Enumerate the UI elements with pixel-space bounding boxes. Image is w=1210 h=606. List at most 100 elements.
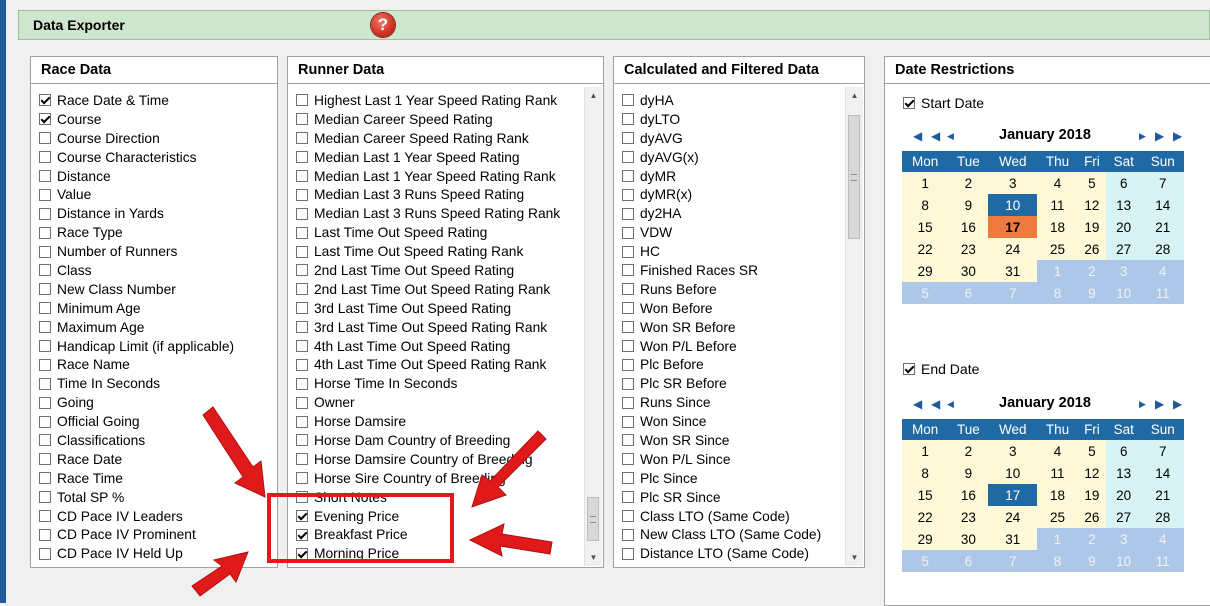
checkbox[interactable] (296, 358, 308, 371)
start-date-checkbox[interactable] (903, 97, 915, 109)
checkbox[interactable] (622, 264, 634, 277)
list-item[interactable]: Distance in Yards (35, 204, 277, 223)
checkbox[interactable] (622, 358, 634, 371)
scroll-up-icon[interactable]: ▲ (846, 87, 863, 104)
calendar-day[interactable]: 5 (902, 282, 949, 304)
calendar-day[interactable]: 23 (948, 238, 989, 260)
checkbox[interactable] (39, 321, 51, 334)
checkbox[interactable] (39, 396, 51, 409)
calendar-day[interactable]: 16 (948, 216, 989, 238)
list-item[interactable]: Plc SR Since (618, 488, 864, 507)
checkbox[interactable] (622, 547, 634, 560)
list-item[interactable]: Race Name (35, 355, 277, 374)
list-item[interactable]: Minimum Age (35, 299, 277, 318)
checkbox[interactable] (622, 510, 634, 523)
list-item[interactable]: Won Before (618, 299, 864, 318)
list-item[interactable]: 4th Last Time Out Speed Rating Rank (292, 355, 603, 374)
list-item[interactable]: Plc SR Before (618, 374, 864, 393)
calc-data-scrollbar[interactable]: ▲ ▼ (845, 87, 863, 566)
calendar-day[interactable]: 7 (1141, 172, 1184, 194)
list-item[interactable]: 2nd Last Time Out Speed Rating (292, 261, 603, 280)
list-item[interactable]: Handicap Limit (if applicable) (35, 337, 277, 356)
checkbox[interactable] (622, 415, 634, 428)
list-item[interactable]: Highest Last 1 Year Speed Rating Rank (292, 91, 603, 110)
checkbox[interactable] (622, 170, 634, 182)
end-date-checkbox[interactable] (903, 363, 915, 375)
list-item[interactable]: Plc Since (618, 469, 864, 488)
calendar-day[interactable]: 3 (988, 440, 1038, 462)
calendar-day[interactable]: 6 (948, 282, 989, 304)
calendar-day[interactable]: 24 (988, 506, 1038, 528)
calendar-day[interactable]: 10 (988, 462, 1038, 484)
checkbox[interactable] (296, 340, 308, 353)
list-item[interactable]: VDW (618, 223, 864, 242)
calendar-day[interactable]: 29 (902, 528, 949, 550)
calendar-day[interactable]: 10 (1105, 282, 1142, 304)
calendar-day[interactable]: 17 (988, 484, 1038, 506)
calendar-day[interactable]: 27 (1105, 238, 1142, 260)
checkbox[interactable] (296, 264, 308, 277)
calendar-day[interactable]: 24 (988, 238, 1038, 260)
checkbox[interactable] (622, 472, 634, 485)
calendar-day[interactable]: 15 (902, 216, 949, 238)
list-item[interactable]: Won Since (618, 412, 864, 431)
checkbox[interactable] (39, 510, 51, 523)
calendar-day[interactable]: 14 (1141, 194, 1184, 216)
scroll-thumb[interactable] (587, 497, 599, 541)
checkbox[interactable] (622, 340, 634, 353)
checkbox[interactable] (622, 434, 634, 447)
list-item[interactable]: Time In Seconds (35, 374, 277, 393)
calendar-day[interactable]: 31 (988, 260, 1038, 282)
list-item[interactable]: Race Type (35, 223, 277, 242)
calendar-day[interactable]: 25 (1037, 506, 1079, 528)
calendar-day[interactable]: 11 (1037, 194, 1079, 216)
checkbox[interactable] (39, 358, 51, 371)
next-month-icon[interactable]: ▶ (1155, 129, 1164, 143)
prev-week-icon[interactable]: ◀ (947, 399, 954, 410)
list-item[interactable]: dyAVG(x) (618, 148, 864, 167)
checkbox[interactable] (622, 491, 634, 504)
calendar-day[interactable]: 7 (1141, 440, 1184, 462)
calendar-day[interactable]: 4 (1037, 440, 1079, 462)
calendar-day[interactable]: 2 (948, 440, 989, 462)
calendar-day[interactable]: 19 (1078, 216, 1106, 238)
calendar-day[interactable]: 29 (902, 260, 949, 282)
calendar-day[interactable]: 22 (902, 506, 949, 528)
checkbox[interactable] (39, 132, 51, 145)
list-item[interactable]: dyMR(x) (618, 185, 864, 204)
checkbox[interactable] (622, 453, 634, 466)
list-item[interactable]: Race Date & Time (35, 91, 277, 110)
checkbox[interactable] (622, 302, 634, 315)
list-item[interactable]: New Class Number (35, 280, 277, 299)
calendar-day[interactable]: 2 (948, 172, 989, 194)
calendar-day[interactable]: 26 (1078, 238, 1106, 260)
checkbox[interactable] (296, 207, 308, 220)
checkbox[interactable] (39, 151, 51, 164)
scroll-thumb[interactable] (848, 115, 860, 239)
calendar-day[interactable]: 3 (1105, 528, 1142, 550)
calendar-day[interactable]: 1 (902, 172, 949, 194)
calendar-day[interactable]: 31 (988, 528, 1038, 550)
checkbox[interactable] (622, 226, 634, 239)
list-item[interactable]: Owner (292, 393, 603, 412)
list-item[interactable]: Median Last 1 Year Speed Rating Rank (292, 167, 603, 186)
calendar-day[interactable]: 17 (988, 216, 1038, 238)
calendar-day[interactable]: 7 (988, 282, 1038, 304)
calendar-day[interactable]: 8 (1037, 550, 1079, 572)
checkbox[interactable] (39, 547, 51, 560)
checkbox[interactable] (622, 245, 634, 258)
calendar-day[interactable]: 19 (1078, 484, 1106, 506)
list-item[interactable]: dyAVG (618, 129, 864, 148)
calendar-day[interactable]: 4 (1141, 528, 1184, 550)
calendar-day[interactable]: 6 (1105, 172, 1142, 194)
calendar-day[interactable]: 22 (902, 238, 949, 260)
calendar-day[interactable]: 21 (1141, 484, 1184, 506)
list-item[interactable]: Won SR Before (618, 318, 864, 337)
checkbox[interactable] (296, 113, 308, 126)
calendar-day[interactable]: 8 (1037, 282, 1079, 304)
calendar-day[interactable]: 13 (1105, 194, 1142, 216)
calendar-day[interactable]: 7 (988, 550, 1038, 572)
calendar-day[interactable]: 18 (1037, 216, 1079, 238)
next-week-icon[interactable]: ▶ (1139, 399, 1146, 410)
list-item[interactable]: Median Career Speed Rating (292, 110, 603, 129)
